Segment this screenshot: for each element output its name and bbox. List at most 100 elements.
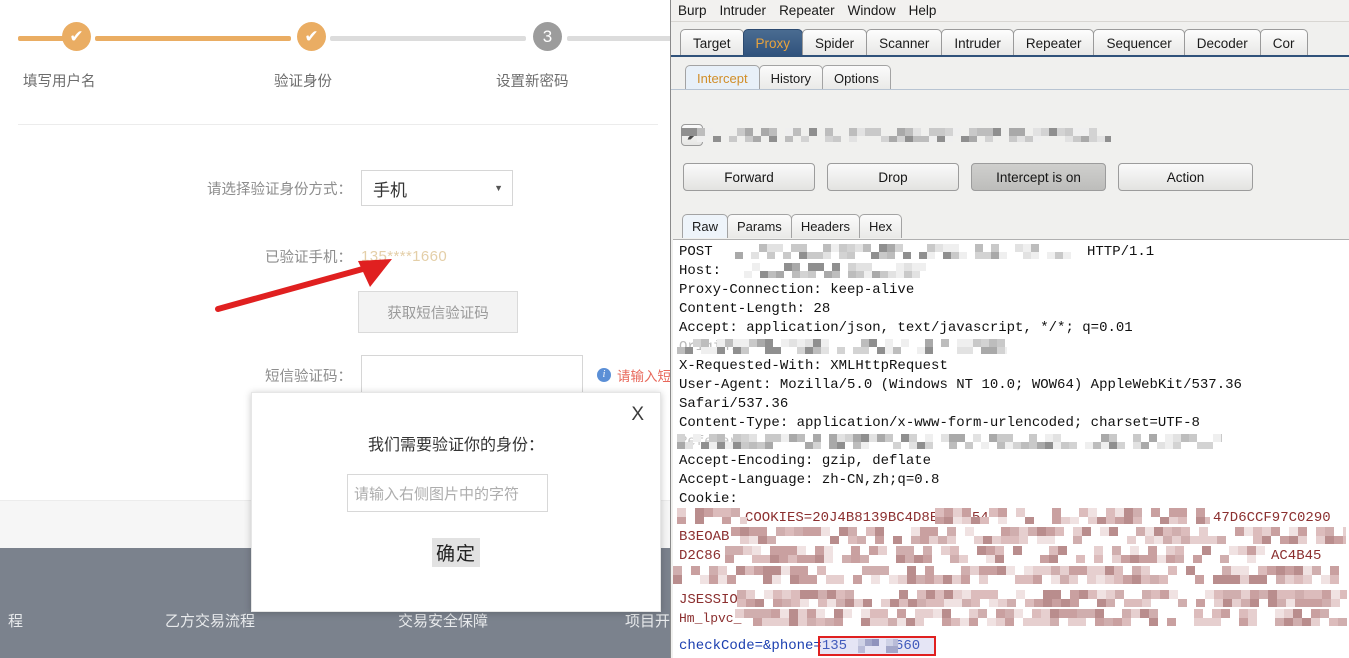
cookie-fragment-2: B3EOAB xyxy=(679,529,729,545)
tab-decoder[interactable]: Decoder xyxy=(1184,29,1261,56)
step-circle-1[interactable]: ✔ xyxy=(62,22,91,51)
password-reset-page: ✔ ✔ 3 填写用户名 验证身份 设置新密码 请选择验证身份方式： 手机 ▼ 已… xyxy=(0,0,675,658)
tab-target[interactable]: Target xyxy=(680,29,744,56)
request-line-4: Accept: application/json, text/javascrip… xyxy=(679,320,1133,336)
captcha-dialog-title: 我们需要验证你的身份： xyxy=(252,431,660,455)
request-line-6: X-Requested-With: XMLHttpRequest xyxy=(679,358,948,374)
tab-spider[interactable]: Spider xyxy=(802,29,867,56)
sms-code-input[interactable] xyxy=(361,355,583,395)
step-label-3: 设置新密码 xyxy=(496,70,569,91)
request-line-7: User-Agent: Mozilla/5.0 (Windows NT 10.0… xyxy=(679,377,1242,393)
request-line-12: Accept-Language: zh-CN,zh;q=0.8 xyxy=(679,472,939,488)
burp-message-view-tabs: Raw Params Headers Hex xyxy=(671,210,1349,238)
request-line-13: Cookie: xyxy=(679,491,738,507)
action-button[interactable]: Action xyxy=(1118,163,1253,191)
cookie-fragment-6: Hm_lpvc_ xyxy=(679,611,741,626)
sms-code-row: 短信验证码： i 请输入短 xyxy=(244,355,671,395)
footer-col-0[interactable]: 程 xyxy=(8,610,23,631)
request-line-0: POST xyxy=(679,244,713,260)
drop-label: Drop xyxy=(878,170,907,185)
tab-intruder[interactable]: Intruder xyxy=(941,29,1014,56)
request-line-2: Proxy-Connection: keep-alive xyxy=(679,282,914,298)
redacted-phone-param xyxy=(858,639,898,653)
step-label-1: 填写用户名 xyxy=(23,70,96,91)
check-icon: ✔ xyxy=(62,22,91,51)
raw-request-editor[interactable]: POST HTTP/1.1 Host: Proxy-Connection: ke… xyxy=(673,239,1349,658)
cookie-fragment-4: AC4B45 xyxy=(1271,548,1321,564)
intercept-toggle-label: Intercept is on xyxy=(996,170,1081,185)
step-track-1 xyxy=(95,36,291,41)
step-circle-2[interactable]: ✔ xyxy=(297,22,326,51)
redacted-cookie-name xyxy=(677,508,747,524)
menu-repeater[interactable]: Repeater xyxy=(779,3,835,18)
step-label-2: 验证身份 xyxy=(274,70,332,91)
sms-code-error: i 请输入短 xyxy=(597,365,671,385)
redacted-referer xyxy=(677,434,1222,449)
footer-columns: 程 乙方交易流程 交易安全保障 项目开 xyxy=(0,610,675,658)
intercept-toggle-button[interactable]: Intercept is on xyxy=(971,163,1106,191)
burp-main-tabs: Target Proxy Spider Scanner Intruder Rep… xyxy=(671,23,1349,56)
step-number: 3 xyxy=(533,22,562,51)
redacted-cookie-2 xyxy=(725,546,1265,563)
section-divider xyxy=(18,124,658,125)
step-circle-3[interactable]: 3 xyxy=(533,22,562,51)
step-track-3 xyxy=(567,36,675,41)
redacted-request-path xyxy=(735,244,1075,259)
subtab-intercept[interactable]: Intercept xyxy=(685,65,760,90)
action-label: Action xyxy=(1167,170,1205,185)
cookie-fragment-5: JSESSIO xyxy=(679,592,738,608)
annotation-arrow-icon xyxy=(210,255,400,315)
captcha-confirm-button[interactable]: 确定 xyxy=(432,538,480,567)
subtab-options[interactable]: Options xyxy=(822,65,891,90)
viewtab-params[interactable]: Params xyxy=(727,214,792,238)
captcha-input-placeholder: 请输入右侧图片中的字符 xyxy=(354,483,519,504)
get-sms-code-label: 获取短信验证码 xyxy=(387,302,489,323)
captcha-dialog: X 我们需要验证你的身份： 请输入右侧图片中的字符 确定 xyxy=(251,392,661,612)
redacted-cookie-4 xyxy=(737,590,1347,607)
burp-subtabs-underline xyxy=(671,89,1349,90)
burp-proxy-subtabs: Intercept History Options xyxy=(671,58,1349,90)
tab-scanner[interactable]: Scanner xyxy=(866,29,942,56)
redacted-cookie-5 xyxy=(735,609,1347,626)
tab-repeater[interactable]: Repeater xyxy=(1013,29,1095,56)
tab-proxy[interactable]: Proxy xyxy=(743,29,804,56)
redacted-origin xyxy=(677,339,1007,354)
request-line-9: Content-Type: application/x-www-form-url… xyxy=(679,415,1200,431)
forward-label: Forward xyxy=(724,170,774,185)
verify-method-value: 手机 xyxy=(373,176,407,201)
menu-intruder[interactable]: Intruder xyxy=(720,3,767,18)
menu-burp[interactable]: Burp xyxy=(678,3,707,18)
burp-menubar: Burp Intruder Repeater Window Help xyxy=(671,0,1349,22)
viewtab-headers[interactable]: Headers xyxy=(791,214,860,238)
drop-button[interactable]: Drop xyxy=(827,163,959,191)
sms-code-error-text: 请输入短 xyxy=(617,365,671,385)
step-track-2 xyxy=(330,36,526,41)
chevron-down-icon: ▼ xyxy=(494,183,503,193)
tab-comparer[interactable]: Cor xyxy=(1260,29,1308,56)
tab-sequencer[interactable]: Sequencer xyxy=(1093,29,1184,56)
burp-tabs-underline xyxy=(671,55,1349,57)
burp-request-urlbar xyxy=(681,122,1341,148)
verify-method-label: 请选择验证身份方式： xyxy=(186,178,352,199)
sms-code-label: 短信验证码： xyxy=(244,365,352,386)
cookie-fragment-3: D2C86 xyxy=(679,548,721,564)
forward-button[interactable]: Forward xyxy=(683,163,815,191)
verify-method-row: 请选择验证身份方式： 手机 ▼ xyxy=(186,170,513,206)
request-line-0-suffix: HTTP/1.1 xyxy=(1087,244,1154,260)
footer-col-1[interactable]: 乙方交易流程 xyxy=(165,610,255,631)
redacted-cookie-3 xyxy=(673,566,1349,584)
captcha-input[interactable]: 请输入右侧图片中的字符 xyxy=(347,474,548,512)
menu-help[interactable]: Help xyxy=(909,3,937,18)
menu-window[interactable]: Window xyxy=(848,3,896,18)
footer-col-3[interactable]: 项目开 xyxy=(625,610,670,631)
viewtab-hex[interactable]: Hex xyxy=(859,214,902,238)
subtab-history[interactable]: History xyxy=(759,65,823,90)
viewtab-raw[interactable]: Raw xyxy=(682,214,728,238)
close-icon[interactable]: X xyxy=(631,405,644,424)
request-line-1: Host: xyxy=(679,263,721,279)
footer-col-2[interactable]: 交易安全保障 xyxy=(398,610,488,631)
request-line-8: Safari/537.36 xyxy=(679,396,788,412)
info-icon: i xyxy=(597,368,611,382)
cookie-fragment-1: 47D6CCF97C0290 xyxy=(1213,510,1331,526)
verify-method-select[interactable]: 手机 ▼ xyxy=(361,170,513,206)
